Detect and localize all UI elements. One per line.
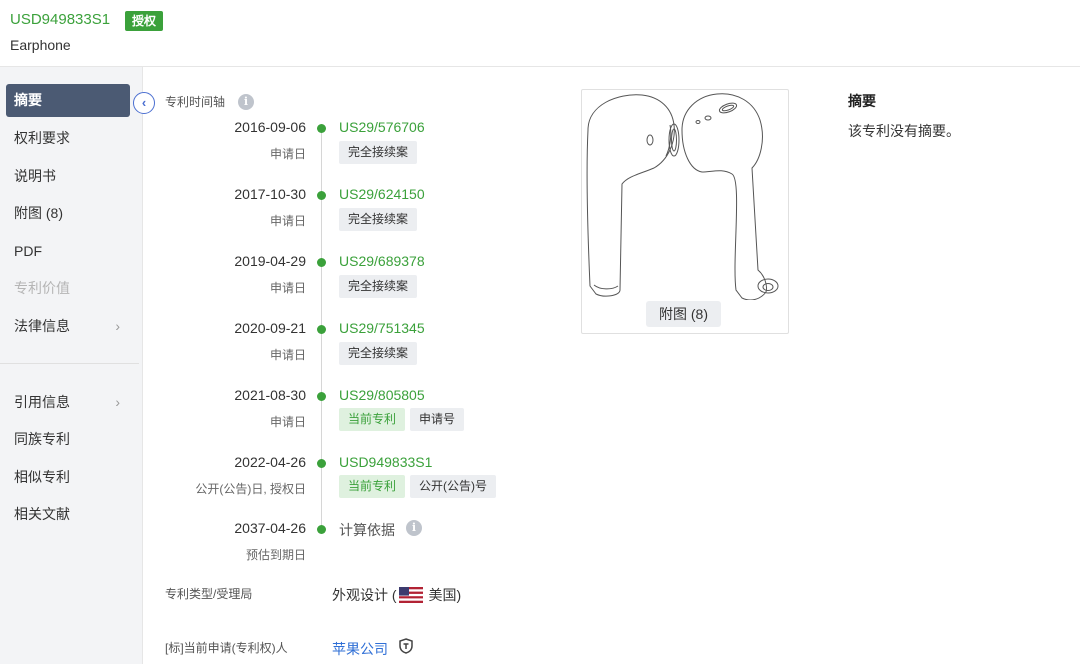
timeline-date: 2020-09-21: [234, 320, 306, 336]
patent-type-value: 外观设计 ( 美国): [332, 585, 461, 605]
figure-thumbnail[interactable]: [581, 89, 789, 334]
collapse-sidebar-button[interactable]: ‹: [133, 92, 155, 114]
timeline-date-type: 公开(公告)日, 授权日: [195, 482, 306, 496]
sidebar-item-similar[interactable]: 相似专利: [6, 461, 130, 494]
sidebar-item-family[interactable]: 同族专利: [6, 423, 130, 456]
applicant-link[interactable]: 苹果公司: [332, 639, 388, 659]
sidebar-item-patent-value: 专利价值: [6, 272, 130, 305]
timeline-number-link[interactable]: US29/624150: [339, 186, 425, 202]
timeline-tag: 公开(公告)号: [410, 475, 496, 498]
patent-number[interactable]: USD949833S1: [10, 11, 110, 28]
chevron-right-icon: ›: [115, 394, 120, 410]
timeline-tag: 完全接续案: [339, 275, 418, 298]
earphone-drawing: [586, 93, 779, 300]
timeline-number-link[interactable]: US29/576706: [339, 119, 425, 135]
current-patent-tag: 当前专利: [339, 475, 406, 498]
timeline-tag: 完全接续案: [339, 342, 418, 365]
timeline-date-type: 申请日: [269, 214, 306, 228]
sidebar-item-citations[interactable]: 引用信息 ›: [6, 386, 130, 419]
chevron-right-icon: ›: [115, 318, 120, 334]
timeline-tag: 完全接续案: [339, 208, 418, 231]
timeline-dot: [317, 325, 326, 334]
timeline-dot: [317, 124, 326, 133]
timeline-dot: [317, 525, 326, 534]
timeline-date-type: 预估到期日: [245, 548, 306, 562]
timeline-date-type: 申请日: [269, 415, 306, 429]
sidebar-item-label: 相似专利: [14, 469, 70, 485]
timeline-number-link[interactable]: USD949833S1: [339, 454, 432, 470]
status-badge: 授权: [125, 11, 164, 31]
timeline-tag: 申请号: [410, 408, 465, 431]
info-icon[interactable]: i: [406, 520, 422, 536]
sidebar-item-label: 摘要: [14, 92, 42, 108]
sidebar-item-label: 引用信息: [14, 394, 70, 410]
sidebar-item-label: 说明书: [14, 168, 56, 184]
abstract-text: 该专利没有摘要。: [848, 123, 960, 139]
sidebar-item-figures[interactable]: 附图 (8): [6, 197, 130, 230]
sidebar-item-label: 专利价值: [14, 280, 70, 296]
patent-type-text: 外观设计 (: [332, 587, 397, 603]
sidebar: 摘要 权利要求 说明书 附图 (8) PDF 专利价值 法律信息 › 引用信息 › …: [0, 67, 143, 664]
timeline-number-link[interactable]: US29/751345: [339, 320, 425, 336]
us-flag-icon: [398, 587, 423, 603]
current-patent-tag: 当前专利: [339, 408, 406, 431]
sidebar-item-description[interactable]: 说明书: [6, 160, 130, 193]
sidebar-item-label: 附图 (8): [14, 205, 63, 221]
timeline-date: 2016-09-06: [234, 119, 306, 135]
patent-office-text: 美国): [424, 587, 462, 603]
sidebar-item-legal-info[interactable]: 法律信息 ›: [6, 310, 130, 343]
timeline-dot: [317, 191, 326, 200]
sidebar-item-label: 权利要求: [14, 130, 70, 146]
timeline-date-type: 申请日: [269, 348, 306, 362]
abstract-title: 摘要: [848, 93, 876, 109]
timeline-tag: 完全接续案: [339, 141, 418, 164]
timeline-number-link[interactable]: US29/805805: [339, 387, 425, 403]
sidebar-item-related-docs[interactable]: 相关文献: [6, 498, 130, 531]
timeline-date-type: 申请日: [269, 147, 306, 161]
shield-icon[interactable]: [399, 638, 413, 654]
timeline-dot: [317, 392, 326, 401]
timeline-number-link[interactable]: US29/689378: [339, 253, 425, 269]
patent-title: Earphone: [10, 37, 71, 53]
timeline-date: 2021-08-30: [234, 387, 306, 403]
sidebar-item-pdf[interactable]: PDF: [6, 235, 130, 268]
patent-header: USD949833S1 授权 Earphone: [0, 0, 1080, 67]
sidebar-item-label: 同族专利: [14, 431, 70, 447]
timeline-dot: [317, 459, 326, 468]
timeline-dot: [317, 258, 326, 267]
sidebar-divider: [0, 363, 139, 364]
sidebar-item-abstract[interactable]: 摘要: [6, 84, 130, 117]
applicant-label: [标]当前申请(专利权)人: [165, 641, 288, 655]
figures-count-badge[interactable]: 附图 (8): [646, 301, 721, 327]
timeline-date: 2037-04-26: [234, 520, 306, 536]
timeline-date: 2022-04-26: [234, 454, 306, 470]
info-icon[interactable]: i: [238, 94, 254, 110]
sidebar-item-claims[interactable]: 权利要求: [6, 122, 130, 155]
timeline-date: 2019-04-29: [234, 253, 306, 269]
timeline-label: 专利时间轴: [165, 95, 226, 109]
sidebar-item-label: PDF: [14, 243, 42, 259]
timeline-date-type: 申请日: [269, 281, 306, 295]
calculation-basis-label: 计算依据: [339, 522, 395, 538]
sidebar-item-label: 相关文献: [14, 506, 70, 522]
patent-type-label: 专利类型/受理局: [165, 587, 253, 601]
timeline-date: 2017-10-30: [234, 186, 306, 202]
sidebar-item-label: 法律信息: [14, 318, 70, 334]
